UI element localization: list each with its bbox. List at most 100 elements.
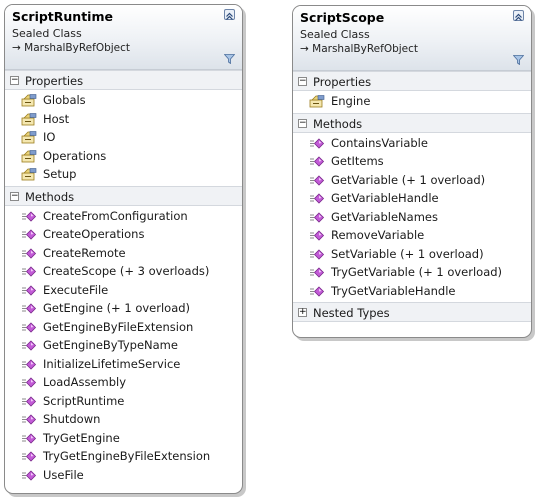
method-name: GetVariableHandle bbox=[331, 191, 439, 205]
method-name: GetVariableNames bbox=[331, 209, 438, 224]
method-name: GetItems bbox=[331, 154, 384, 168]
methods-section-header[interactable]: − Methods bbox=[293, 112, 531, 133]
property-item[interactable]: Setup bbox=[5, 165, 242, 184]
method-icon bbox=[21, 265, 37, 278]
method-name: GetEngineByTypeName bbox=[43, 338, 178, 352]
property-item[interactable]: Globals bbox=[5, 91, 242, 110]
method-item[interactable]: LoadAssembly bbox=[5, 373, 242, 392]
collapse-toggle-icon[interactable]: − bbox=[298, 77, 307, 86]
method-item[interactable]: SetVariable (+ 1 overload) bbox=[293, 245, 531, 264]
method-item[interactable]: CreateFromConfiguration bbox=[5, 207, 242, 226]
class-shape-scriptruntime[interactable]: ScriptRuntime Sealed Class → MarshalByRe… bbox=[4, 4, 243, 494]
section-label: Properties bbox=[25, 74, 84, 88]
expand-toggle-icon[interactable]: + bbox=[298, 308, 307, 317]
property-name: Host bbox=[43, 111, 70, 126]
method-item[interactable]: TryGetVariableHandle bbox=[293, 282, 531, 301]
method-icon bbox=[21, 284, 37, 297]
method-item[interactable]: GetVariableHandle bbox=[293, 189, 531, 208]
property-name: IO bbox=[43, 130, 56, 144]
method-icon bbox=[21, 469, 37, 482]
method-icon bbox=[309, 174, 325, 187]
property-item[interactable]: IO bbox=[5, 128, 242, 147]
property-icon bbox=[21, 149, 37, 163]
method-name: CreateScope (+ 3 overloads) bbox=[43, 264, 210, 278]
method-name: GetEngineByFileExtension bbox=[43, 319, 194, 334]
section-label: Nested Types bbox=[313, 306, 390, 320]
collapse-chevron-icon[interactable] bbox=[513, 10, 524, 21]
method-item[interactable]: TryGetEngineByFileExtension bbox=[5, 447, 242, 466]
class-title: ScriptScope bbox=[300, 10, 385, 25]
method-icon bbox=[21, 247, 37, 260]
method-item[interactable]: RemoveVariable bbox=[293, 226, 531, 245]
section-label: Methods bbox=[313, 116, 363, 131]
method-item[interactable]: CreateScope (+ 3 overloads) bbox=[5, 262, 242, 281]
methods-section-header[interactable]: − Methods bbox=[5, 185, 242, 206]
nested-types-section-header[interactable]: + Nested Types bbox=[293, 302, 531, 322]
chevron-up-icon bbox=[226, 12, 233, 20]
class-shape-scriptscope[interactable]: ScriptScope Sealed Class → MarshalByRefO… bbox=[292, 5, 532, 338]
method-icon bbox=[309, 248, 325, 261]
properties-list: Globals Host IO Operations Setup bbox=[5, 90, 242, 186]
collapse-toggle-icon[interactable]: − bbox=[10, 191, 19, 201]
method-name: CreateOperations bbox=[43, 227, 145, 241]
method-icon bbox=[309, 155, 325, 168]
base-class-label: → MarshalByRefObject bbox=[12, 42, 131, 54]
class-header[interactable]: ScriptRuntime Sealed Class → MarshalByRe… bbox=[5, 5, 242, 70]
method-item[interactable]: CreateRemote bbox=[5, 244, 242, 263]
method-icon bbox=[309, 192, 325, 205]
method-item[interactable]: CreateOperations bbox=[5, 225, 242, 244]
method-name: CreateFromConfiguration bbox=[43, 208, 188, 223]
filter-icon[interactable] bbox=[513, 55, 524, 65]
method-item[interactable]: ScriptRuntime bbox=[5, 392, 242, 411]
method-item[interactable]: GetEngine (+ 1 overload) bbox=[5, 299, 242, 318]
class-stereotype: Sealed Class bbox=[300, 28, 370, 41]
method-icon bbox=[21, 395, 37, 408]
method-item[interactable]: ExecuteFile bbox=[5, 281, 242, 300]
method-icon bbox=[309, 266, 325, 279]
filter-icon[interactable] bbox=[224, 54, 235, 64]
properties-section-header[interactable]: − Properties bbox=[293, 71, 531, 91]
properties-section-header[interactable]: − Properties bbox=[5, 70, 242, 90]
method-item[interactable]: GetVariableNames bbox=[293, 208, 531, 227]
method-name: RemoveVariable bbox=[331, 228, 425, 242]
method-icon bbox=[21, 450, 37, 463]
method-item[interactable]: Shutdown bbox=[5, 410, 242, 429]
method-icon bbox=[21, 413, 37, 426]
method-item[interactable]: GetItems bbox=[293, 152, 531, 171]
property-name: Setup bbox=[43, 167, 77, 181]
property-name: Operations bbox=[43, 148, 107, 163]
method-icon bbox=[21, 358, 37, 371]
property-icon bbox=[21, 131, 37, 144]
class-header[interactable]: ScriptScope Sealed Class → MarshalByRefO… bbox=[293, 6, 531, 71]
property-item[interactable]: Operations bbox=[5, 147, 242, 166]
method-name: LoadAssembly bbox=[43, 375, 127, 389]
method-name: GetVariable (+ 1 overload) bbox=[331, 172, 486, 187]
method-icon bbox=[21, 376, 37, 389]
method-item[interactable]: TryGetVariable (+ 1 overload) bbox=[293, 263, 531, 282]
method-item[interactable]: UseFile bbox=[5, 466, 242, 485]
collapse-toggle-icon[interactable]: − bbox=[10, 76, 19, 85]
property-item[interactable]: Host bbox=[5, 110, 242, 129]
property-item[interactable]: Engine bbox=[293, 92, 531, 111]
methods-list: ContainsVariable GetItems GetVariable (+ 1… bbox=[293, 133, 531, 303]
method-item[interactable]: ContainsVariable bbox=[293, 134, 531, 153]
collapse-toggle-icon[interactable]: − bbox=[298, 118, 307, 128]
collapse-chevron-icon[interactable] bbox=[224, 9, 235, 20]
method-item[interactable]: InitializeLifetimeService bbox=[5, 355, 242, 374]
method-item[interactable]: TryGetEngine bbox=[5, 429, 242, 448]
method-icon bbox=[309, 137, 325, 150]
method-name: ExecuteFile bbox=[43, 282, 109, 297]
section-label: Properties bbox=[313, 75, 372, 89]
methods-list: CreateFromConfiguration CreateOperations C… bbox=[5, 206, 242, 487]
method-name: ScriptRuntime bbox=[43, 393, 125, 408]
method-icon bbox=[21, 302, 37, 315]
method-item[interactable]: GetVariable (+ 1 overload) bbox=[293, 171, 531, 190]
method-icon bbox=[21, 432, 37, 445]
method-name: SetVariable (+ 1 overload) bbox=[331, 246, 484, 261]
base-class-label: → MarshalByRefObject bbox=[300, 43, 419, 55]
property-name: Globals bbox=[43, 93, 86, 107]
method-item[interactable]: GetEngineByTypeName bbox=[5, 336, 242, 355]
property-icon bbox=[21, 94, 37, 107]
method-item[interactable]: GetEngineByFileExtension bbox=[5, 318, 242, 337]
method-icon bbox=[309, 229, 325, 242]
